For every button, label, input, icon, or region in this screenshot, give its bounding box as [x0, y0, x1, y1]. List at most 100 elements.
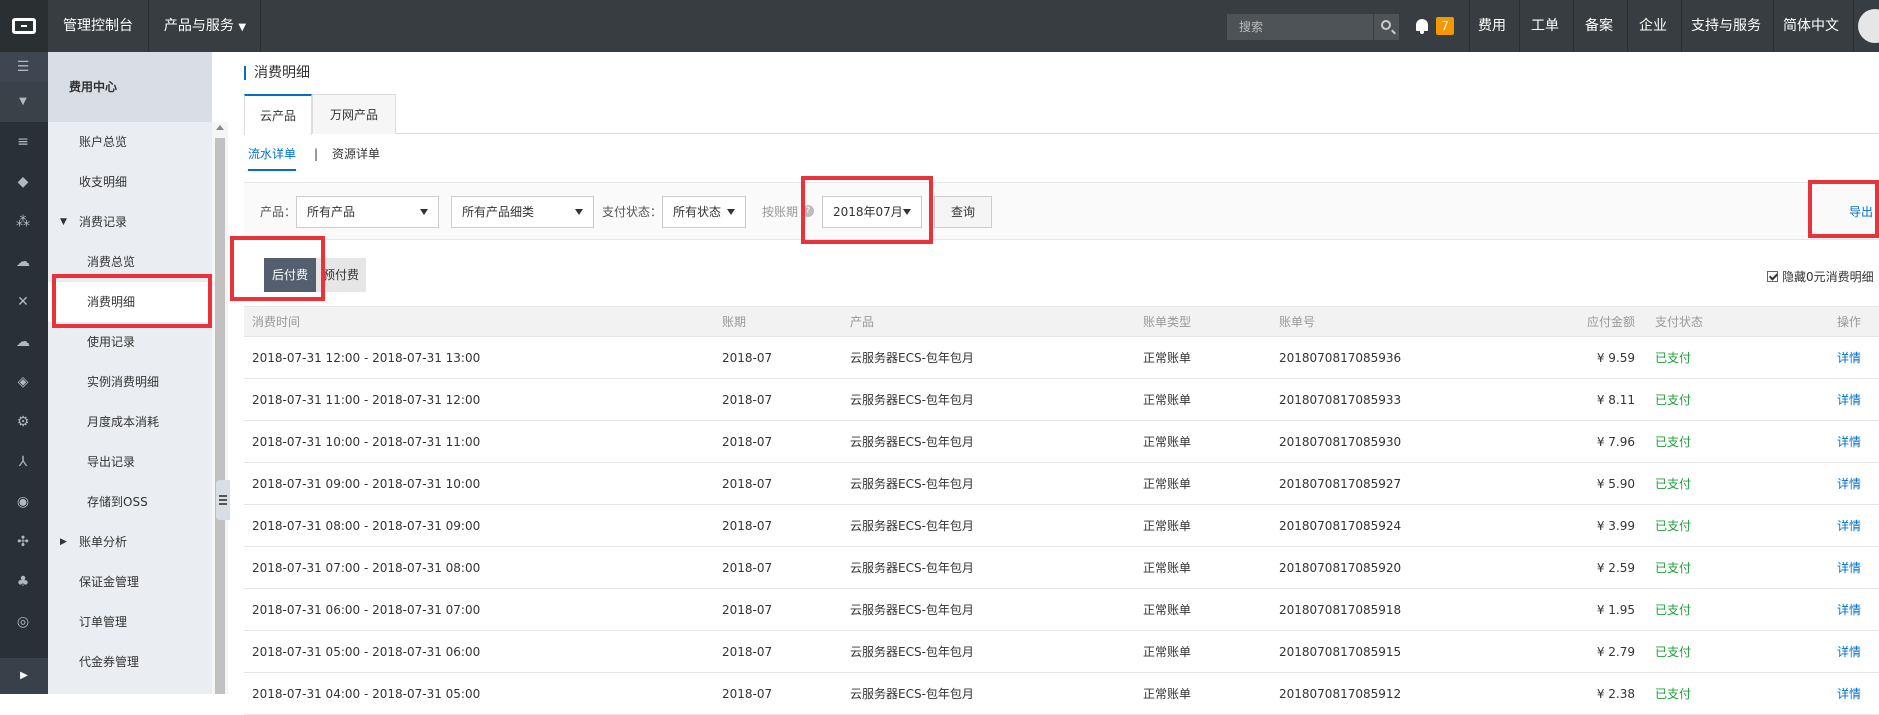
cell-product: 云服务器ECS-包年包月 — [842, 588, 1135, 631]
chevron-down-icon — [575, 209, 583, 215]
detail-link[interactable]: 详情 — [1837, 393, 1861, 407]
tree-icon[interactable]: ⅄ — [15, 454, 31, 470]
cell-product: 云服务器ECS-包年包月 — [842, 504, 1135, 547]
category-select[interactable]: 所有产品细类 — [451, 196, 594, 228]
cube-icon[interactable]: ◈ — [15, 374, 31, 390]
console-link[interactable]: 管理控制台 — [48, 0, 148, 52]
sidebar-item-orders[interactable]: 订单管理 — [48, 602, 212, 642]
product-select-value: 所有产品 — [307, 205, 356, 219]
search-button[interactable] — [1373, 14, 1399, 40]
cell-time: 2018-07-31 10:00 - 2018-07-31 11:00 — [244, 420, 714, 463]
billing-table: 消费时间 账期 产品 账单类型 账单号 应付金额 支付状态 操作 2018-07… — [244, 306, 1879, 715]
tab-cloud-products[interactable]: 云产品 — [244, 94, 312, 135]
cell-status: 已支付 — [1647, 588, 1829, 631]
search-input[interactable] — [1227, 14, 1372, 40]
cell-time: 2018-07-31 08:00 - 2018-07-31 09:00 — [244, 504, 714, 547]
query-button[interactable]: 查询 — [934, 196, 992, 228]
postpaid-button[interactable]: 后付费 — [264, 258, 316, 292]
sidebar-item-deposit[interactable]: 保证金管理 — [48, 562, 212, 602]
cell-bill-no: 2018070817085924 — [1271, 504, 1497, 547]
sidebar-item-income-expense[interactable]: 收支明细 — [48, 162, 212, 202]
table-row: 2018-07-31 10:00 - 2018-07-31 11:00 2018… — [244, 420, 1879, 463]
detail-link[interactable]: 详情 — [1837, 561, 1861, 575]
prepaid-button[interactable]: 预付费 — [316, 258, 366, 292]
detail-link[interactable]: 详情 — [1837, 435, 1861, 449]
cell-status: 已支付 — [1647, 504, 1829, 547]
product-select[interactable]: 所有产品 — [296, 196, 439, 228]
expand-sidebar-button[interactable]: ▶ — [0, 658, 48, 694]
sidebar-collapse-handle[interactable] — [216, 480, 230, 520]
sidebar-item-export-records[interactable]: 导出记录 — [48, 442, 212, 482]
sidebar-item-consumption-detail[interactable]: 消费明细 — [48, 282, 212, 322]
sidebar-item-usage-records[interactable]: 使用记录 — [48, 322, 212, 362]
hide-zero-label: 隐藏0元消费明细 — [1782, 270, 1874, 284]
sidebar-scrollbar[interactable] — [212, 122, 228, 694]
help-icon[interactable]: ? — [802, 205, 814, 217]
nav-language[interactable]: 简体中文 — [1774, 0, 1848, 52]
eye-icon[interactable]: ◉ — [15, 494, 31, 510]
detail-link[interactable]: 详情 — [1837, 603, 1861, 617]
detail-link[interactable]: 详情 — [1837, 477, 1861, 491]
scrollbar-thumb[interactable] — [215, 138, 225, 694]
database-icon[interactable]: ◆ — [15, 174, 31, 190]
server-icon[interactable]: ≡ — [15, 134, 31, 150]
gear-icon[interactable]: ⚙ — [15, 414, 31, 430]
nav-tickets[interactable]: 工单 — [1520, 0, 1570, 52]
settings-icon[interactable]: ◎ — [15, 614, 31, 630]
cell-period: 2018-07 — [714, 462, 842, 505]
nav-enterprise[interactable]: 企业 — [1628, 0, 1678, 52]
detail-link[interactable]: 详情 — [1837, 687, 1861, 701]
sidebar-item-instance-detail[interactable]: 实例消费明细 — [48, 362, 212, 402]
notification-badge[interactable]: 7 — [1436, 17, 1454, 35]
menu-toggle[interactable]: ☰ — [0, 52, 48, 82]
export-link[interactable]: 导出 — [1849, 183, 1873, 241]
nav-billing[interactable]: 费用 — [1470, 0, 1514, 52]
avatar[interactable] — [1858, 9, 1879, 43]
hamburger-icon — [219, 495, 227, 497]
nodes-icon[interactable]: ✣ — [15, 534, 31, 550]
cloud-icon[interactable]: ☁ — [15, 334, 31, 350]
sidebar-item-consumption-records[interactable]: ▼ 消费记录 — [48, 202, 212, 242]
cluster-icon[interactable]: ♣ — [15, 574, 31, 590]
sidebar-item-vouchers[interactable]: 代金券管理 — [48, 642, 212, 682]
chevron-down-icon: ▼ — [238, 22, 247, 33]
col-bill-no: 账单号 — [1271, 306, 1497, 337]
hide-zero-toggle[interactable]: 隐藏0元消费明细 — [1767, 268, 1874, 285]
sidebar-item-monthly-cost[interactable]: 月度成本消耗 — [48, 402, 212, 442]
collapse-toggle[interactable]: ▼ — [0, 82, 48, 122]
subtab-resource-detail[interactable]: 资源详单 — [332, 144, 380, 164]
network-icon[interactable]: ⁂ — [15, 214, 31, 230]
caret-down-icon: ▼ — [60, 217, 67, 227]
cell-status: 已支付 — [1647, 378, 1829, 421]
aliyun-logo[interactable] — [0, 0, 48, 52]
checkbox[interactable] — [1767, 271, 1778, 282]
divider — [260, 0, 261, 52]
products-menu[interactable]: 产品与服务 ▼ — [150, 0, 260, 52]
detail-link[interactable]: 详情 — [1837, 519, 1861, 533]
period-select[interactable]: 2018年07月 — [822, 196, 922, 228]
status-select[interactable]: 所有状态 — [662, 196, 746, 228]
sidebar-item-account-overview[interactable]: 账户总览 — [48, 122, 212, 162]
cell-time: 2018-07-31 12:00 - 2018-07-31 13:00 — [244, 336, 714, 379]
chevron-down-icon — [420, 209, 428, 215]
cross-arrows-icon[interactable]: ✕ — [15, 294, 31, 310]
subtab-separator: | — [314, 147, 319, 161]
menu-icon: ☰ — [16, 59, 30, 75]
bell-icon[interactable] — [1416, 19, 1428, 34]
nav-filing[interactable]: 备案 — [1574, 0, 1624, 52]
sidebar-item-bill-analysis[interactable]: ▶ 账单分析 — [48, 522, 212, 562]
cell-product: 云服务器ECS-包年包月 — [842, 546, 1135, 589]
subtab-flow-detail[interactable]: 流水详单 — [248, 144, 297, 171]
cloud-upload-icon[interactable]: ☁ — [15, 254, 31, 270]
sidebar-item-store-oss[interactable]: 存储到OSS — [48, 482, 212, 522]
detail-link[interactable]: 详情 — [1837, 645, 1861, 659]
nav-support[interactable]: 支持与服务 — [1682, 0, 1770, 52]
detail-link[interactable]: 详情 — [1837, 351, 1861, 365]
scroll-up-icon[interactable] — [216, 125, 224, 130]
table-row: 2018-07-31 08:00 - 2018-07-31 09:00 2018… — [244, 504, 1879, 547]
cell-bill-no: 2018070817085933 — [1271, 378, 1497, 421]
cell-bill-no: 2018070817085927 — [1271, 462, 1497, 505]
cell-amount: ¥ 2.59 — [1497, 546, 1647, 589]
tab-wanwang-products[interactable]: 万网产品 — [312, 94, 396, 134]
sidebar-item-consumption-overview[interactable]: 消费总览 — [48, 242, 212, 282]
